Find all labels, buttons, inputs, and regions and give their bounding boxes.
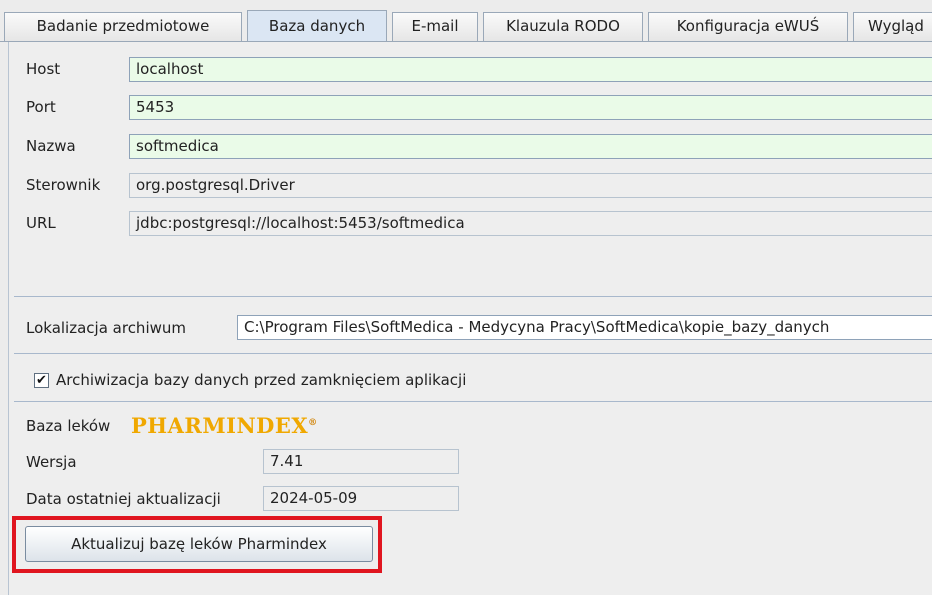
database-name-input[interactable]: softmedica	[129, 134, 932, 159]
archive-location-label: Lokalizacja archiwum	[26, 319, 186, 337]
host-input[interactable]: localhost	[129, 57, 932, 82]
tab-email[interactable]: E-mail	[392, 12, 478, 41]
tab-badanie-przedmiotowe[interactable]: Badanie przedmiotowe	[4, 12, 242, 41]
last-update-label: Data ostatniej aktualizacji	[26, 490, 221, 508]
name-label: Nazwa	[26, 137, 76, 155]
drug-database-label: Baza leków	[26, 417, 111, 435]
last-update-field: 2024-05-09	[263, 486, 459, 511]
archive-checkbox-label[interactable]: Archiwizacja bazy danych przed zamknięci…	[56, 371, 466, 389]
pharmindex-logo: PHARMINDEX®	[131, 413, 318, 438]
separator	[14, 353, 932, 354]
port-label: Port	[26, 98, 56, 116]
separator	[14, 296, 932, 297]
host-label: Host	[26, 60, 61, 78]
driver-field: org.postgresql.Driver	[129, 173, 932, 198]
checkmark-icon: ✔	[36, 373, 47, 388]
tab-konfiguracja-ewus[interactable]: Konfiguracja eWUŚ	[648, 12, 848, 41]
archive-location-input[interactable]: C:\Program Files\SoftMedica - Medycyna P…	[237, 315, 932, 340]
tab-klauzula-rodo[interactable]: Klauzula RODO	[483, 12, 643, 41]
driver-label: Sterownik	[26, 176, 101, 194]
version-field: 7.41	[263, 449, 459, 474]
archive-checkbox[interactable]: ✔	[34, 373, 49, 388]
separator	[14, 401, 932, 402]
url-label: URL	[26, 214, 56, 232]
url-field: jdbc:postgresql://localhost:5453/softmed…	[129, 211, 932, 236]
version-label: Wersja	[26, 453, 77, 471]
port-input[interactable]: 5453	[129, 95, 932, 120]
tab-wyglad[interactable]: Wygląd	[853, 12, 932, 41]
update-pharmindex-button[interactable]: Aktualizuj bazę leków Pharmindex	[25, 526, 373, 562]
tab-bar: Badanie przedmiotowe Baza danych E-mail …	[0, 0, 932, 42]
tab-baza-danych[interactable]: Baza danych	[247, 10, 387, 42]
